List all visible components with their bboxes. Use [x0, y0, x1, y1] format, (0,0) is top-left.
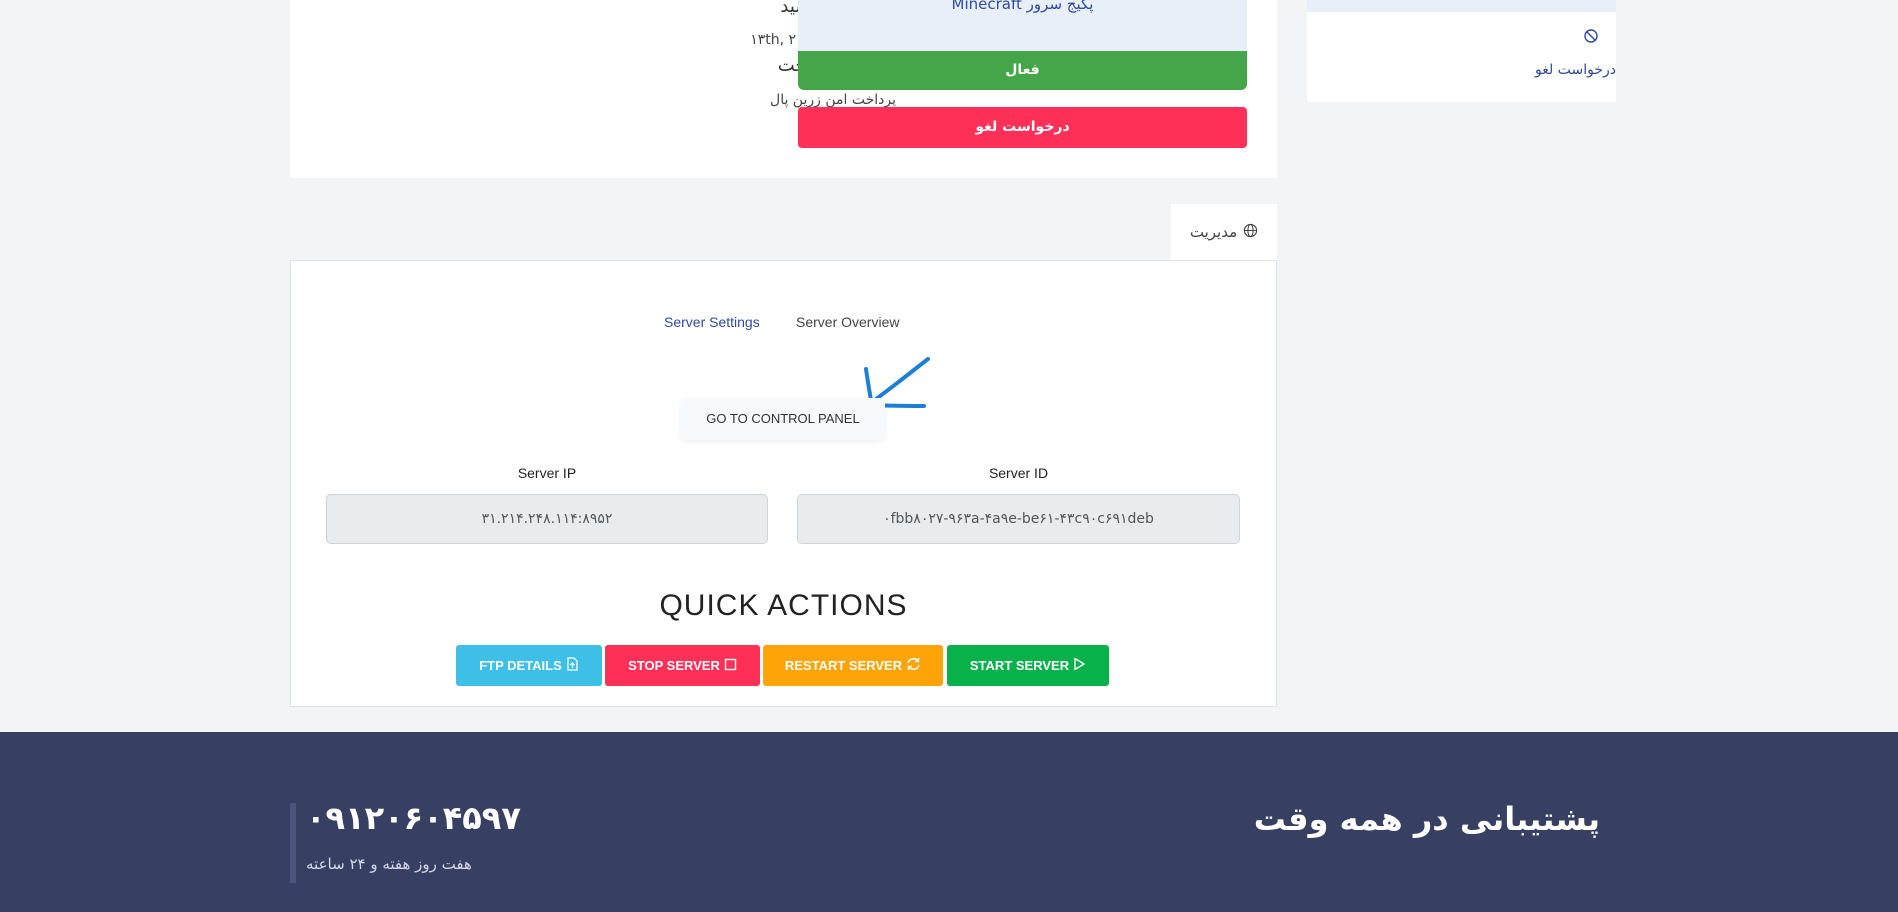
restart-server-button[interactable]: RESTART SERVER: [763, 645, 943, 686]
footer-divider-bar: [290, 803, 296, 883]
cancel-request-button[interactable]: درخواست لغو: [798, 107, 1247, 148]
stop-server-button[interactable]: STOP SERVER: [605, 645, 760, 686]
start-server-button[interactable]: START SERVER: [947, 645, 1109, 686]
quick-actions-title: QUICK ACTIONS: [659, 589, 908, 622]
start-server-label: START SERVER: [969, 658, 1070, 673]
server-management-panel: [290, 260, 1277, 707]
stop-icon: [724, 658, 737, 674]
file-upload-icon: [566, 657, 579, 674]
refresh-icon: [906, 657, 921, 674]
ftp-details-button[interactable]: FTP DETAILS: [456, 645, 602, 686]
tab-server-settings[interactable]: Server Settings: [664, 314, 760, 330]
tab-manage-label: مدیریت: [1189, 223, 1238, 241]
go-to-control-panel-button[interactable]: GO TO CONTROL PANEL: [681, 398, 885, 440]
ban-icon: [1582, 28, 1600, 46]
sidebar-header-strip: [1307, 0, 1616, 12]
server-ip-label: Server IP: [517, 465, 577, 481]
server-id-field[interactable]: ۰fbb۸۰۲۷-۹۶۳a-۴a۹e-be۶۱-۴۳c۹۰c۶۹۱deb: [797, 494, 1240, 544]
support-phone[interactable]: ۰۹۱۲۰۶۰۴۵۹۷: [306, 799, 521, 837]
support-title: پشتیبانی در همه وقت: [1253, 800, 1600, 838]
play-icon: [1073, 657, 1086, 674]
restart-server-label: RESTART SERVER: [784, 658, 903, 673]
status-badge: فعال: [798, 51, 1247, 90]
tab-manage[interactable]: مدیریت: [1171, 204, 1277, 260]
ftp-details-label: FTP DETAILS: [479, 658, 562, 673]
sidebar-actions-card: [1307, 12, 1616, 102]
stop-server-label: STOP SERVER: [628, 658, 720, 673]
tab-server-overview[interactable]: Server Overview: [796, 314, 899, 330]
payment-method-value: پرداخت امن زرین پال: [770, 92, 896, 108]
plan-name: پکیج سرور Minecraft: [798, 0, 1247, 51]
server-id-label: Server ID: [988, 465, 1049, 481]
footer: [0, 732, 1898, 912]
server-ip-field[interactable]: ۳۱.۲۱۴.۲۴۸.۱۱۴:۸۹۵۲: [326, 494, 768, 544]
support-hours: هفت روز هفته و ۲۴ ساعته: [306, 855, 472, 873]
sidebar-cancel-link[interactable]: درخواست لغو: [1535, 62, 1616, 78]
globe-icon: [1243, 223, 1258, 242]
